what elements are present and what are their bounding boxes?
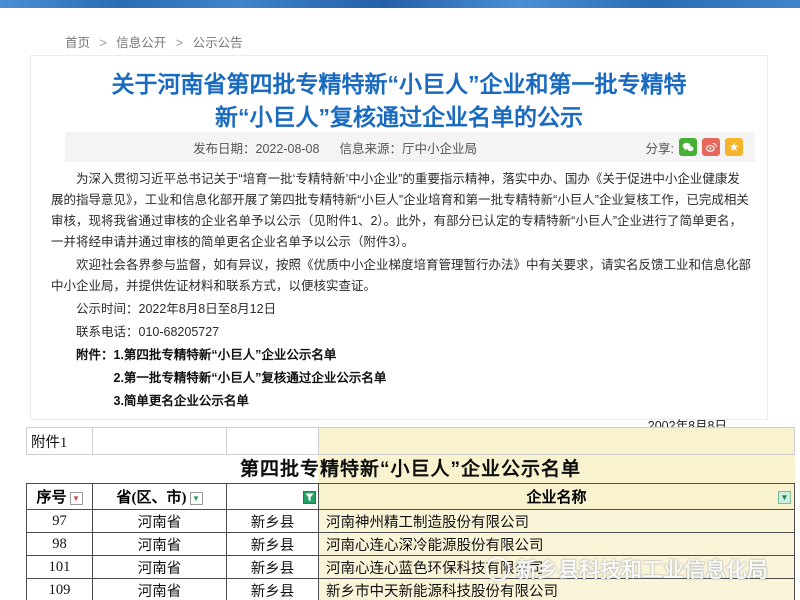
empty-cell [93, 428, 227, 454]
header-province-label: 省(区、市) [117, 490, 187, 506]
notice-period: 公示时间：2022年8月8日至8月12日 [51, 299, 751, 320]
table-row: 101 河南省 新乡县 河南心连心蓝色环保科技有限公司 [27, 556, 795, 579]
cell-company: 河南心连心蓝色环保科技有限公司 [319, 556, 795, 579]
attachment-sheet: 附件1 第四批专精特新“小巨人”企业公示名单 序号▼ 省(区、市)▼ [0, 427, 800, 600]
breadcrumb-info-disclosure[interactable]: 信息公开 [116, 36, 166, 50]
breadcrumb-separator: > [100, 36, 107, 50]
meta-bar: 发布日期：2022-08-08 信息来源：厅中小企业局 分享: ★ [65, 132, 755, 162]
filter-dropdown-icon[interactable]: ▼ [70, 492, 83, 505]
table-row: 97 河南省 新乡县 河南神州精工制造股份有限公司 [27, 510, 795, 533]
cell-serial: 101 [27, 556, 93, 579]
table-header-row: 序号▼ 省(区、市)▼ 企业名称 ▼ [27, 484, 795, 510]
article-body: 为深入贯彻习近平总书记关于“培育一批‘专精特新’中小企业”的重要指示精神，落实中… [51, 169, 751, 439]
weibo-share-icon[interactable] [702, 138, 720, 156]
cell-serial: 97 [27, 510, 93, 533]
article-title-line1: 关于河南省第四批专精特新“小巨人”企业和第一批专精特 [71, 68, 727, 101]
filter-dropdown-icon[interactable]: ▼ [190, 492, 203, 505]
empty-cell [227, 428, 319, 454]
article-title: 关于河南省第四批专精特新“小巨人”企业和第一批专精特 新“小巨人”复核通过企业名… [71, 68, 727, 134]
cell-province: 河南省 [93, 510, 227, 533]
cell-province: 河南省 [93, 533, 227, 556]
cell-county: 新乡县 [227, 533, 319, 556]
filter-dropdown-icon[interactable]: ▼ [778, 491, 791, 504]
header-province: 省(区、市)▼ [93, 484, 227, 510]
star-share-icon[interactable]: ★ [725, 138, 743, 156]
share-label: 分享: [646, 138, 674, 157]
cell-serial: 98 [27, 533, 93, 556]
enterprise-table: 序号▼ 省(区、市)▼ 企业名称 ▼ 97 河南省 [26, 483, 795, 600]
paragraph: 为深入贯彻习近平总书记关于“培育一批‘专精特新’中小企业”的重要指示精神，落实中… [51, 169, 751, 253]
table-row: 109 河南省 新乡县 新乡市中天新能源科技股份有限公司 [27, 579, 795, 600]
header-serial: 序号 ▼ [27, 484, 93, 510]
cell-serial: 109 [27, 579, 93, 600]
article-title-line2: 新“小巨人”复核通过企业名单的公示 [71, 101, 727, 134]
breadcrumb-separator: > [176, 36, 183, 50]
breadcrumb-public-notice[interactable]: 公示公告 [193, 36, 243, 50]
attachment-label-cell: 附件1 [27, 428, 93, 454]
attachment-link-2[interactable]: 2.第一批专精特新“小巨人”复核通过企业公示名单 [51, 368, 751, 389]
breadcrumb: 首页 > 信息公开 > 公示公告 [65, 32, 243, 51]
cell-province: 河南省 [93, 579, 227, 600]
cell-county: 新乡县 [227, 579, 319, 600]
header-company-label: 企业名称 [526, 490, 586, 506]
attachment-link-3[interactable]: 3.简单更名企业公示名单 [51, 391, 751, 412]
header-county [227, 484, 319, 510]
publish-date: 发布日期：2022-08-08 [193, 138, 319, 157]
header-serial-label: 序号 [36, 490, 66, 506]
header-company: 企业名称 ▼ [319, 484, 795, 510]
active-filter-icon[interactable] [303, 491, 316, 504]
sheet-label-row: 附件1 [26, 427, 795, 455]
table-row: 98 河南省 新乡县 河南心连心深冷能源股份有限公司 [27, 533, 795, 556]
article-card: 关于河南省第四批专精特新“小巨人”企业和第一批专精特 新“小巨人”复核通过企业名… [30, 55, 768, 420]
top-nav-bar [0, 0, 800, 8]
cell-company: 新乡市中天新能源科技股份有限公司 [319, 579, 795, 600]
paragraph: 欢迎社会各界参与监督，如有异议，按照《优质中小企业梯度培育管理暂行办法》中有关要… [51, 255, 751, 297]
cell-company: 河南心连心深冷能源股份有限公司 [319, 533, 795, 556]
cell-province: 河南省 [93, 556, 227, 579]
info-source: 信息来源：厅中小企业局 [339, 138, 477, 157]
empty-cell [319, 428, 794, 454]
contact-phone: 联系电话：010-68205727 [51, 322, 751, 343]
page: 首页 > 信息公开 > 公示公告 关于河南省第四批专精特新“小巨人”企业和第一批… [0, 0, 800, 600]
cell-county: 新乡县 [227, 510, 319, 533]
cell-company: 河南神州精工制造股份有限公司 [319, 510, 795, 533]
attachment-link-1[interactable]: 附件：1.第四批专精特新“小巨人”企业公示名单 [51, 345, 751, 366]
share-group: 分享: ★ [646, 138, 743, 157]
breadcrumb-home[interactable]: 首页 [65, 36, 90, 50]
sheet-title: 第四批专精特新“小巨人”企业公示名单 [26, 455, 795, 483]
cell-county: 新乡县 [227, 556, 319, 579]
wechat-share-icon[interactable] [679, 138, 697, 156]
